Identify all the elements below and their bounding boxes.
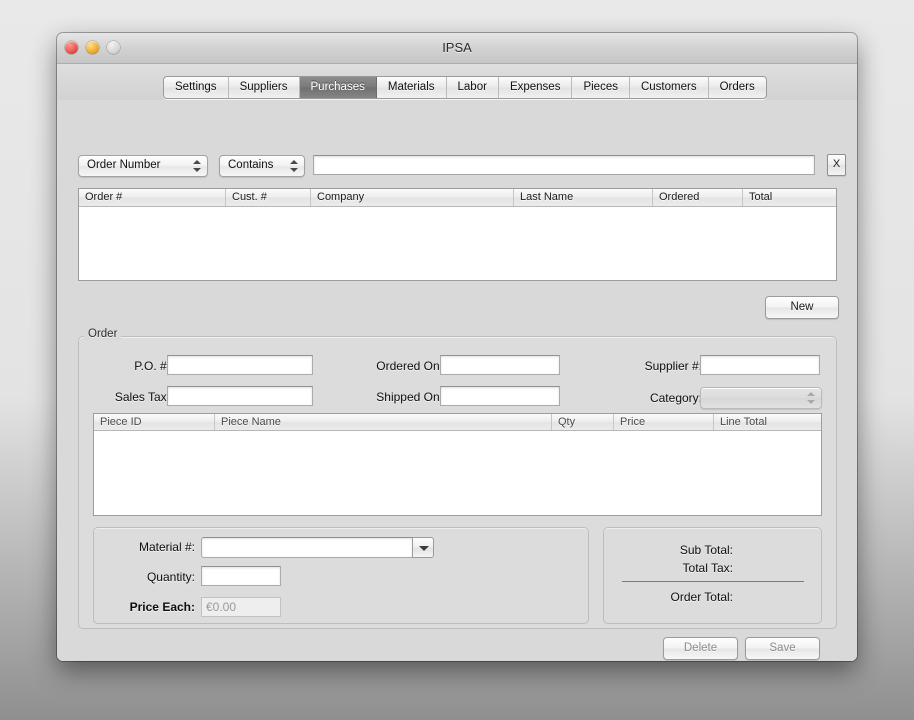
- sales-tax-field[interactable]: [167, 386, 313, 406]
- tab-purchases[interactable]: Purchases: [299, 77, 377, 98]
- quantity-field[interactable]: [201, 566, 281, 586]
- tab-expenses[interactable]: Expenses: [499, 77, 573, 98]
- column-header-ordered[interactable]: Ordered: [653, 189, 743, 206]
- clear-search-button[interactable]: X: [827, 154, 846, 176]
- po-number-label: P.O. #:: [134, 359, 170, 373]
- supplier-number-field[interactable]: [700, 355, 820, 375]
- price-each-field: [201, 597, 281, 617]
- price-each-label: Price Each:: [129, 600, 195, 614]
- pieces-table-header: Piece ID Piece Name Qty Price Line Total: [94, 414, 821, 431]
- column-header-qty[interactable]: Qty: [552, 414, 614, 430]
- totals-group-box: [603, 527, 822, 624]
- order-total-label: Order Total:: [670, 590, 733, 604]
- total-tax-label: Total Tax:: [682, 561, 733, 575]
- quantity-label: Quantity:: [146, 570, 195, 584]
- chevron-down-icon[interactable]: [412, 537, 434, 558]
- column-header-last-name[interactable]: Last Name: [514, 189, 653, 206]
- pieces-table[interactable]: Piece ID Piece Name Qty Price Line Total: [93, 413, 822, 516]
- column-header-customer-number[interactable]: Cust. #: [226, 189, 311, 206]
- new-button[interactable]: New: [765, 296, 839, 319]
- category-label: Category:: [649, 391, 702, 405]
- search-input[interactable]: [313, 155, 815, 175]
- window-title: IPSA: [442, 40, 472, 55]
- search-operator-popup-label: Contains: [228, 159, 274, 171]
- stepper-arrows-icon: [193, 159, 201, 173]
- title-bar: IPSA: [57, 33, 857, 64]
- tab-settings[interactable]: Settings: [164, 77, 229, 98]
- column-header-total[interactable]: Total: [743, 189, 836, 206]
- category-popup[interactable]: [700, 387, 822, 409]
- column-header-order-number[interactable]: Order #: [79, 189, 226, 206]
- shipped-on-label: Shipped On:: [376, 390, 443, 404]
- sales-tax-label: Sales Tax:: [114, 390, 170, 404]
- tab-suppliers[interactable]: Suppliers: [229, 77, 300, 98]
- tab-customers[interactable]: Customers: [630, 77, 709, 98]
- tab-pieces[interactable]: Pieces: [572, 77, 630, 98]
- column-header-company[interactable]: Company: [311, 189, 514, 206]
- material-number-combobox[interactable]: [201, 537, 434, 558]
- pieces-table-body: [94, 431, 821, 515]
- order-group-title: Order: [84, 328, 122, 340]
- material-number-label: Material #:: [138, 540, 195, 554]
- ordered-on-field[interactable]: [440, 355, 560, 375]
- column-header-piece-id[interactable]: Piece ID: [94, 414, 215, 430]
- tab-labor[interactable]: Labor: [447, 77, 499, 98]
- application-window: IPSA Settings Suppliers Purchases Materi…: [57, 33, 857, 661]
- column-header-line-total[interactable]: Line Total: [714, 414, 821, 430]
- orders-table[interactable]: Order # Cust. # Company Last Name Ordere…: [78, 188, 837, 281]
- save-button[interactable]: Save: [745, 637, 820, 660]
- orders-table-header: Order # Cust. # Company Last Name Ordere…: [79, 189, 836, 207]
- tab-bar: Settings Suppliers Purchases Materials L…: [163, 76, 767, 99]
- tab-orders[interactable]: Orders: [709, 77, 766, 98]
- orders-table-body: [79, 207, 836, 280]
- search-operator-popup[interactable]: Contains: [219, 155, 305, 177]
- column-header-piece-name[interactable]: Piece Name: [215, 414, 552, 430]
- column-header-price[interactable]: Price: [614, 414, 714, 430]
- purchases-panel: Order Number Contains X Order # Cust. # …: [57, 100, 857, 661]
- delete-button[interactable]: Delete: [663, 637, 738, 660]
- search-field-popup[interactable]: Order Number: [78, 155, 208, 177]
- sub-total-label: Sub Total:: [679, 543, 733, 557]
- material-number-field[interactable]: [201, 537, 412, 558]
- stepper-arrows-icon: [807, 391, 815, 405]
- stepper-arrows-icon: [290, 159, 298, 173]
- po-number-field[interactable]: [167, 355, 313, 375]
- search-field-popup-label: Order Number: [87, 159, 161, 171]
- supplier-number-label: Supplier #:: [644, 359, 702, 373]
- shipped-on-field[interactable]: [440, 386, 560, 406]
- search-row: Order Number Contains X: [78, 154, 846, 177]
- totals-divider: [622, 581, 804, 582]
- tab-materials[interactable]: Materials: [377, 77, 447, 98]
- ordered-on-label: Ordered On:: [376, 359, 443, 373]
